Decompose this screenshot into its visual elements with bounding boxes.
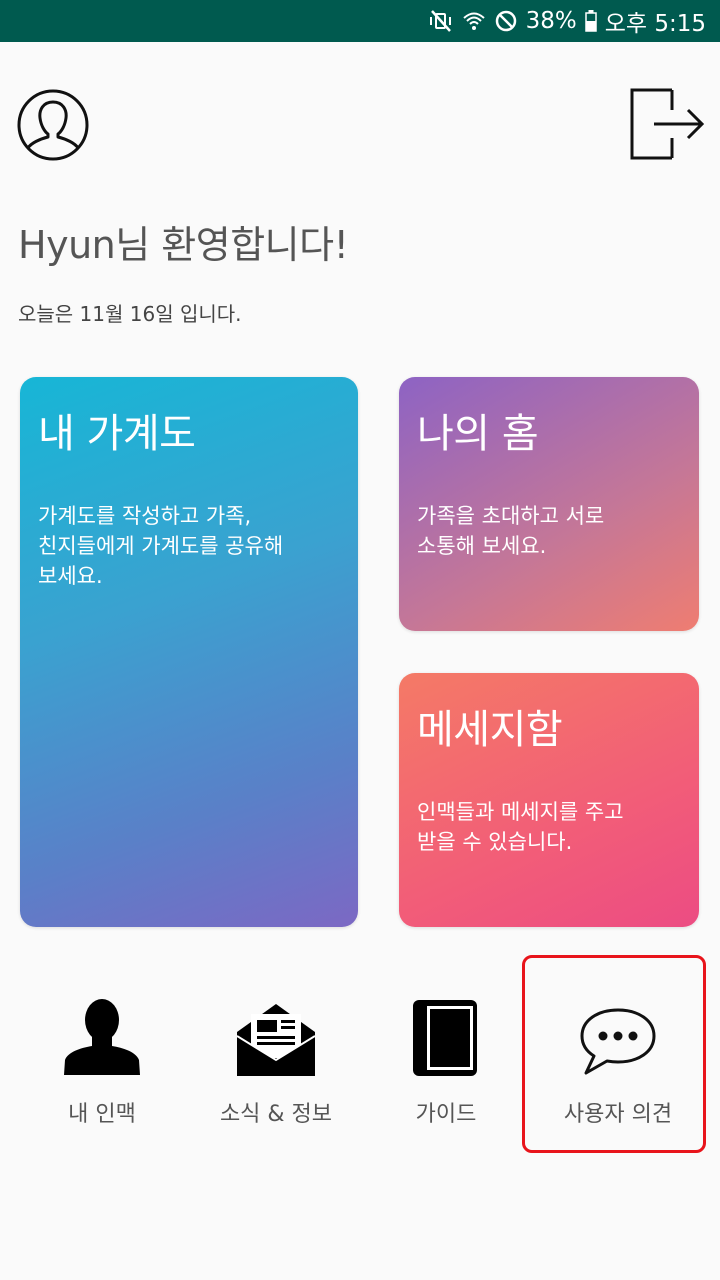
chat-bubble-icon bbox=[578, 980, 658, 1076]
battery-icon bbox=[584, 10, 597, 32]
my-home-title: 나의 홈 bbox=[417, 411, 539, 457]
today-date-text: 오늘은 11월 16일 입니다. bbox=[18, 302, 242, 326]
nav-feedback[interactable]: 사용자 의견 bbox=[528, 970, 708, 1140]
book-icon bbox=[413, 980, 479, 1076]
my-home-card[interactable]: 나의 홈 가족을 초대하고 서로 소통해 보세요. bbox=[399, 377, 699, 631]
nav-news-label: 소식 & 정보 bbox=[219, 1102, 333, 1127]
nav-contacts[interactable]: 내 인맥 bbox=[12, 970, 192, 1140]
do-not-disturb-icon bbox=[494, 9, 518, 33]
person-outline-icon bbox=[16, 89, 90, 166]
wifi-icon bbox=[462, 9, 486, 33]
nav-contacts-label: 내 인맥 bbox=[68, 1102, 136, 1127]
family-tree-card[interactable]: 내 가계도 가계도를 작성하고 가족, 친지들에게 가계도를 공유해 보세요. bbox=[20, 377, 358, 927]
nav-guide[interactable]: 가이드 bbox=[356, 970, 536, 1140]
messages-description: 인맥들과 메세지를 주고 받을 수 있습니다. bbox=[417, 800, 624, 854]
status-time: 오후 5:15 bbox=[604, 11, 706, 37]
welcome-heading: Hyun님 환영합니다! bbox=[18, 223, 349, 267]
nav-news[interactable]: 소식 & 정보 bbox=[186, 970, 366, 1140]
family-tree-description: 가계도를 작성하고 가족, 친지들에게 가계도를 공유해 보세요. bbox=[38, 504, 284, 588]
person-silhouette-icon bbox=[62, 980, 142, 1076]
messages-title: 메세지함 bbox=[417, 707, 563, 753]
status-bar: 38% 오후 5:15 bbox=[0, 0, 720, 42]
nav-guide-label: 가이드 bbox=[415, 1102, 477, 1127]
nav-feedback-label: 사용자 의견 bbox=[563, 1102, 673, 1127]
newsletter-icon bbox=[237, 980, 315, 1076]
mute-vibrate-icon bbox=[428, 9, 454, 33]
family-tree-title: 내 가계도 bbox=[38, 411, 196, 457]
battery-percentage: 38% bbox=[525, 8, 577, 34]
logout-button[interactable] bbox=[630, 88, 706, 162]
logout-icon bbox=[630, 88, 706, 166]
messages-card[interactable]: 메세지함 인맥들과 메세지를 주고 받을 수 있습니다. bbox=[399, 673, 699, 927]
profile-button[interactable] bbox=[16, 88, 90, 162]
my-home-description: 가족을 초대하고 서로 소통해 보세요. bbox=[417, 504, 605, 558]
